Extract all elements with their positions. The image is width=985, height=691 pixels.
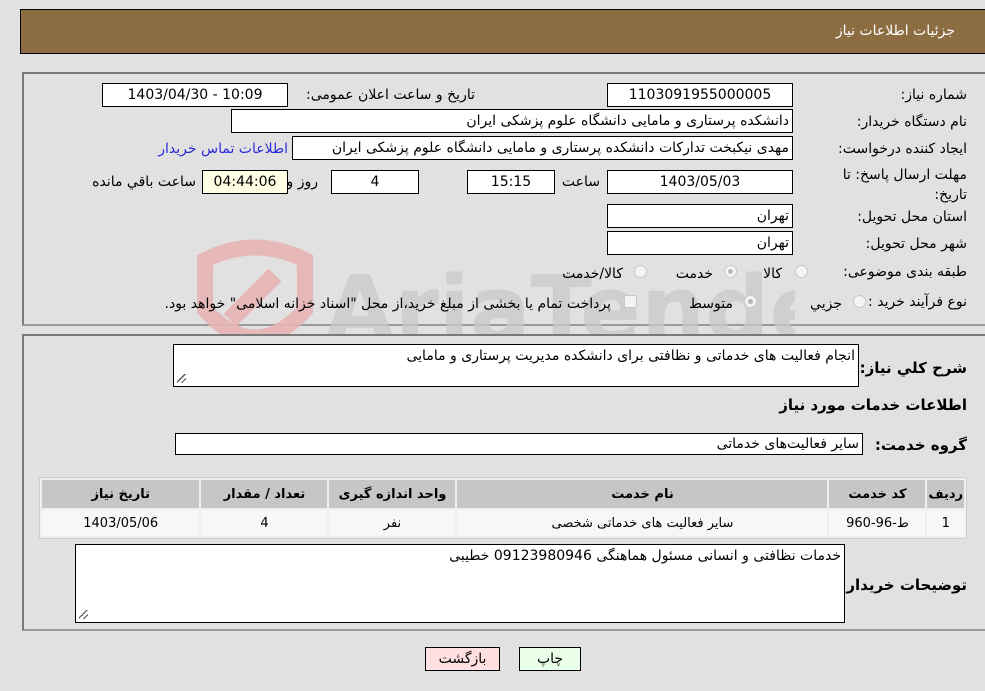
- need-number-field: 1103091955000005: [607, 83, 793, 107]
- category-option-goods-service: کالا/خدمت: [562, 266, 623, 282]
- buyer-contact-link[interactable]: اطلاعات تماس خریدار: [158, 141, 288, 157]
- print-button[interactable]: چاپ: [519, 647, 581, 671]
- buyer-notes-text: خدمات نظافتی و انسانی مسئول هماهنگی 0912…: [449, 548, 841, 564]
- remaining-time-label: ساعت باقي مانده: [92, 174, 196, 190]
- category-option-service: خدمت: [675, 266, 713, 282]
- col-quantity: تعداد / مقدار: [201, 480, 328, 508]
- announce-datetime-label: تاریخ و ساعت اعلان عمومی:: [306, 87, 475, 103]
- purchase-radio-minor[interactable]: [853, 295, 866, 308]
- deadline-time-label: ساعت: [561, 174, 600, 190]
- buyer-notes-label: توضیحات خریدار:: [840, 576, 967, 594]
- category-radio-goods-service[interactable]: [634, 265, 647, 278]
- resize-grip-icon[interactable]: [177, 374, 186, 383]
- deadline-time-field: 15:15: [467, 170, 555, 194]
- cell-service-code: ط-96-960: [829, 510, 926, 536]
- col-row-number: ردیف: [927, 480, 964, 508]
- city-field: تهران: [607, 231, 793, 255]
- purchase-option-medium: متوسط: [689, 296, 733, 312]
- remaining-time-field: 04:44:06: [202, 170, 288, 194]
- cell-unit: نفر: [329, 510, 456, 536]
- back-button[interactable]: بازگشت: [425, 647, 500, 671]
- announce-datetime-field: 1403/04/30 - 10:09: [102, 83, 288, 107]
- table-header-row: ردیف کد خدمت نام خدمت واحد اندازه گیری ت…: [42, 480, 964, 508]
- cell-quantity: 4: [201, 510, 328, 536]
- col-unit: واحد اندازه گیری: [329, 480, 456, 508]
- purchase-option-minor: جزيي: [810, 296, 842, 312]
- col-service-name: نام خدمت: [457, 480, 828, 508]
- province-label: استان محل تحویل:: [857, 209, 967, 225]
- purchase-radio-medium[interactable]: [744, 295, 757, 308]
- purchase-type-label: نوع فرآیند خرید :: [868, 294, 967, 310]
- description-text: انجام فعالیت های خدماتی و نظافتی برای دا…: [406, 348, 855, 364]
- description-label: شرح كلي نياز:: [859, 359, 967, 377]
- buyer-notes-textarea[interactable]: خدمات نظافتی و انسانی مسئول هماهنگی 0912…: [75, 544, 845, 623]
- treasury-checkbox[interactable]: [624, 295, 637, 308]
- need-number-label: شماره نیاز:: [900, 87, 968, 103]
- requester-field: مهدی نیکبخت تدارکات دانشکده پرستاری و ما…: [292, 136, 793, 160]
- category-radio-goods[interactable]: [795, 265, 808, 278]
- description-textarea[interactable]: انجام فعالیت های خدماتی و نظافتی برای دا…: [173, 344, 859, 387]
- services-table: ردیف کد خدمت نام خدمت واحد اندازه گیری ت…: [39, 477, 967, 539]
- buyer-org-field: دانشکده پرستاری و مامایی دانشگاه علوم پز…: [231, 109, 793, 133]
- buyer-org-label: نام دستگاه خریدار:: [856, 114, 967, 130]
- services-heading: اطلاعات خدمات مورد نياز: [779, 396, 967, 414]
- table-row: 1 ط-96-960 سایر فعالیت های خدماتی شخصی ن…: [42, 510, 964, 536]
- service-group-label: گروه خدمت:: [874, 436, 967, 454]
- province-field: تهران: [607, 204, 793, 228]
- deadline-date-field: 1403/05/03: [607, 170, 793, 194]
- requester-label: ایجاد کننده درخواست:: [838, 141, 967, 157]
- resize-grip-icon[interactable]: [79, 610, 88, 619]
- remaining-days-field: 4: [331, 170, 419, 194]
- category-radio-service[interactable]: [724, 265, 737, 278]
- cell-row-number: 1: [927, 510, 964, 536]
- col-need-date: تاریخ نیاز: [42, 480, 200, 508]
- remaining-days-label: روز و: [286, 174, 319, 190]
- deadline-label: مهلت ارسال پاسخ: تا تاریخ:: [842, 167, 967, 203]
- cell-need-date: 1403/05/06: [42, 510, 200, 536]
- treasury-note: پرداخت تمام یا بخشی از مبلغ خرید،از محل …: [164, 296, 611, 312]
- service-group-field: سایر فعالیت‌های خدماتی: [175, 433, 863, 455]
- col-service-code: کد خدمت: [829, 480, 926, 508]
- category-label: طبقه بندی موضوعی:: [843, 264, 967, 280]
- page-header: جزئیات اطلاعات نیاز: [20, 9, 985, 54]
- page-title: جزئیات اطلاعات نیاز: [835, 23, 955, 39]
- cell-service-name: سایر فعالیت های خدماتی شخصی: [457, 510, 828, 536]
- category-option-goods: کالا: [763, 266, 782, 282]
- city-label: شهر محل تحویل:: [865, 236, 967, 252]
